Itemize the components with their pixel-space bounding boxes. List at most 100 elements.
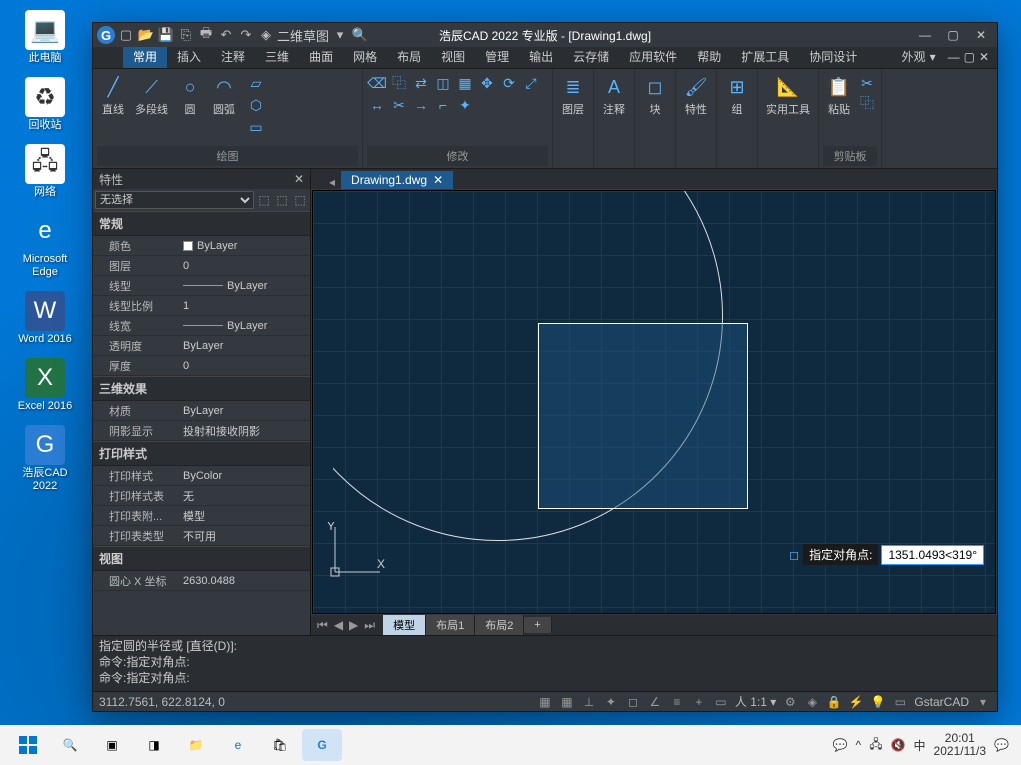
layout-prev-icon[interactable]: ◀ xyxy=(332,618,345,633)
ribbon-tab[interactable]: 协同设计 xyxy=(799,45,867,68)
qa-print-icon[interactable]: 🖶 xyxy=(197,26,215,44)
qa-undo-icon[interactable]: ↶ xyxy=(217,26,235,44)
ribbon-tab[interactable]: 插入 xyxy=(167,45,211,68)
property-row[interactable]: 阴影显示投射和接收阴影 xyxy=(93,421,310,441)
layout-add-button[interactable]: + xyxy=(524,617,551,633)
modify-scale[interactable]: ⤢ xyxy=(521,73,541,93)
modify-trim[interactable]: ✂ xyxy=(389,95,409,115)
start-button[interactable] xyxy=(8,729,48,761)
properties-button[interactable]: 🖌特性 xyxy=(680,73,712,119)
modify-extend[interactable]: → xyxy=(411,95,431,115)
props-tool-2[interactable]: ⬚ xyxy=(274,192,290,208)
layout-tab[interactable]: 布局2 xyxy=(475,615,524,635)
property-group-header[interactable]: 三维效果 xyxy=(93,376,310,401)
draw-small-1[interactable]: ▱ xyxy=(246,73,266,93)
status-menu[interactable]: ▾ xyxy=(975,694,991,710)
ribbon-tab[interactable]: 三维 xyxy=(255,45,299,68)
modify-erase[interactable]: ⌫ xyxy=(367,73,387,93)
qa-new-icon[interactable]: ▢ xyxy=(117,26,135,44)
qa-search-icon[interactable]: 🔍 xyxy=(351,26,369,44)
modify-stretch[interactable]: ↔ xyxy=(367,95,387,115)
modify-rotate[interactable]: ⟳ xyxy=(499,73,519,93)
ribbon-tab[interactable]: 扩展工具 xyxy=(731,45,799,68)
layout-first-icon[interactable]: ⏮ xyxy=(315,618,330,633)
property-row[interactable]: 材质ByLayer xyxy=(93,401,310,421)
qa-workspace-icon[interactable]: ◈ xyxy=(257,26,275,44)
property-row[interactable]: 图层0 xyxy=(93,256,310,276)
property-row[interactable]: 打印表类型不可用 xyxy=(93,526,310,546)
cut-icon[interactable]: ✂ xyxy=(857,73,877,93)
drawing-canvas[interactable]: YX ◻ 指定对角点: 1351.0493<319° xyxy=(312,190,996,614)
command-line[interactable]: 指定圆的半径或 [直径(D)]:命令:指定对角点:命令:指定对角点: xyxy=(93,635,997,691)
property-row[interactable]: 厚度0 xyxy=(93,356,310,376)
desktop-icon[interactable]: ♻回收站 xyxy=(10,77,80,132)
props-close-icon[interactable]: ✕ xyxy=(294,172,304,186)
annotation-scale[interactable]: ⚙ xyxy=(782,694,798,710)
ortho-toggle[interactable]: ⊥ xyxy=(581,694,597,710)
layout-last-icon[interactable]: ⏭ xyxy=(362,618,377,633)
ribbon-tab[interactable]: 网格 xyxy=(343,45,387,68)
property-row[interactable]: 圆心 X 坐标2630.0488 xyxy=(93,571,310,591)
grid-toggle[interactable]: ▦ xyxy=(537,694,553,710)
modify-copy[interactable]: ⿻ xyxy=(389,73,409,93)
draw-small-3[interactable]: ▭ xyxy=(246,117,266,137)
property-row[interactable]: 线型ByLayer xyxy=(93,276,310,296)
lweight-toggle[interactable]: ≡ xyxy=(669,694,685,710)
property-group-header[interactable]: 视图 xyxy=(93,546,310,571)
ribbon-tab[interactable]: 帮助 xyxy=(687,45,731,68)
dynamic-input-value[interactable]: 1351.0493<319° xyxy=(882,546,983,564)
property-row[interactable]: 线型比例1 xyxy=(93,296,310,316)
tray-expand-icon[interactable]: ^ xyxy=(856,738,862,752)
tab-close-icon[interactable]: ✕ xyxy=(433,173,443,187)
desktop-icon[interactable]: 🖧网络 xyxy=(10,144,80,199)
maximize-button[interactable]: ▢ xyxy=(941,26,965,44)
layer-button[interactable]: ≣图层 xyxy=(557,73,589,119)
workspace-label[interactable]: 二维草图 xyxy=(277,26,329,44)
network-icon[interactable]: 🖧 xyxy=(869,735,882,756)
lock-toggle[interactable]: 🔒 xyxy=(826,694,842,710)
layout-next-icon[interactable]: ▶ xyxy=(347,618,360,633)
block-button[interactable]: ◻块 xyxy=(639,73,671,119)
polyline-button[interactable]: ⟋多段线 xyxy=(131,73,172,119)
hardware-accel[interactable]: ⚡ xyxy=(848,694,864,710)
circle-button[interactable]: ○圆 xyxy=(174,73,206,119)
property-row[interactable]: 颜色ByLayer xyxy=(93,236,310,256)
volume-icon[interactable]: 🔇 xyxy=(891,738,906,752)
edge-button[interactable]: e xyxy=(218,729,258,761)
snap-toggle[interactable]: ▦ xyxy=(559,694,575,710)
chat-icon[interactable]: 💬 xyxy=(833,738,848,752)
document-tab[interactable]: Drawing1.dwg✕ xyxy=(341,171,453,189)
layout-tab[interactable]: 布局1 xyxy=(426,615,475,635)
dropdown-icon[interactable]: ▾ xyxy=(331,26,349,44)
modify-explode[interactable]: ✦ xyxy=(455,95,475,115)
utilities-button[interactable]: 📐实用工具 xyxy=(762,73,814,119)
appearance-menu[interactable]: 外观▾—▢✕ xyxy=(894,45,997,68)
property-row[interactable]: 打印样式表无 xyxy=(93,486,310,506)
qa-save-icon[interactable]: 💾 xyxy=(157,26,175,44)
clock[interactable]: 20:012021/11/3 xyxy=(934,732,987,758)
property-row[interactable]: 打印表附...模型 xyxy=(93,506,310,526)
desktop-icon[interactable]: XExcel 2016 xyxy=(10,358,80,413)
arc-button[interactable]: ◠圆弧 xyxy=(208,73,240,119)
isolate-toggle[interactable]: 💡 xyxy=(870,694,886,710)
ribbon-tab[interactable]: 云存储 xyxy=(563,45,619,68)
paste-button[interactable]: 📋粘贴 xyxy=(823,73,855,119)
close-button[interactable]: ✕ xyxy=(969,26,993,44)
polar-toggle[interactable]: ✦ xyxy=(603,694,619,710)
cad-taskbar-button[interactable]: G xyxy=(302,729,342,761)
line-button[interactable]: ╱直线 xyxy=(97,73,129,119)
property-row[interactable]: 打印样式ByColor xyxy=(93,466,310,486)
desktop-icon[interactable]: eMicrosoftEdge xyxy=(10,211,80,279)
search-button[interactable]: 🔍 xyxy=(50,729,90,761)
ribbon-tab[interactable]: 应用软件 xyxy=(619,45,687,68)
task-view-button[interactable]: ▣ xyxy=(92,729,132,761)
group-button[interactable]: ⊞组 xyxy=(721,73,753,119)
desktop-icon[interactable]: WWord 2016 xyxy=(10,291,80,346)
modify-offset[interactable]: ◫ xyxy=(433,73,453,93)
app-logo-icon[interactable]: G xyxy=(97,26,115,44)
ribbon-tab[interactable]: 注释 xyxy=(211,45,255,68)
notifications-icon[interactable]: 💬 xyxy=(994,738,1009,752)
modify-move[interactable]: ✥ xyxy=(477,73,497,93)
widgets-button[interactable]: ◨ xyxy=(134,729,174,761)
modify-array[interactable]: ▦ xyxy=(455,73,475,93)
